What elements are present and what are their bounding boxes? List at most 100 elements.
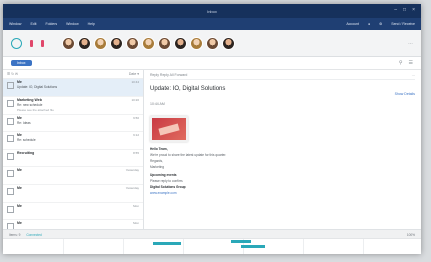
more-actions-icon[interactable]: … xyxy=(412,73,416,77)
calendar-event[interactable] xyxy=(241,245,265,248)
list-actions[interactable]: ☰ ↻ ✉ xyxy=(7,72,18,76)
reading-pane: Reply Reply All Forward … Update: IO, Di… xyxy=(144,70,421,238)
folder-row: Inbox ⚲ ☰ xyxy=(3,57,421,70)
show-details-link[interactable]: Show Details xyxy=(395,92,415,96)
body-link[interactable]: www.example.com xyxy=(150,191,415,195)
email-body: Hello Team, We're proud to share the lat… xyxy=(150,147,415,195)
message-time: 8:55 xyxy=(133,150,139,155)
avatar[interactable] xyxy=(110,36,123,50)
list-item[interactable]: Me Mon xyxy=(3,203,143,221)
calendar-event[interactable] xyxy=(153,242,181,245)
list-item[interactable]: Me Yesterday xyxy=(3,167,143,186)
pin-icon[interactable] xyxy=(30,39,33,47)
message-sender: Me xyxy=(17,80,22,85)
reader-toolbar: Reply Reply All Forward … xyxy=(150,70,415,80)
message-subject: Re: new schedule xyxy=(17,102,43,107)
account-menu[interactable]: Account xyxy=(346,22,359,26)
list-item[interactable]: Me Update: IO, Digital Solutions 10:44 xyxy=(3,79,143,97)
email-date: 10:44 AM xyxy=(150,102,165,106)
message-sender: Me xyxy=(17,221,22,226)
list-toolbar: ☰ ↻ ✉ Date ▾ xyxy=(3,70,143,80)
app-ring-icon[interactable] xyxy=(11,37,22,49)
body-line: Marketing xyxy=(150,165,164,169)
people-bar: … xyxy=(3,30,421,57)
message-time: 9:12 xyxy=(133,133,139,138)
pin-icon[interactable] xyxy=(41,39,44,47)
status-dot-icon[interactable]: ● xyxy=(368,22,370,26)
body-line: Regards, xyxy=(150,159,163,163)
envelope-icon xyxy=(7,135,14,143)
message-subject: Re: Ideas xyxy=(17,120,31,125)
avatar[interactable] xyxy=(158,36,171,50)
envelope-icon xyxy=(7,152,14,160)
people-bar-actions: … xyxy=(408,40,413,46)
sort-button[interactable]: Date ▾ xyxy=(129,72,139,76)
message-time: Mon xyxy=(133,203,139,208)
body-line: We're proud to share the latest update f… xyxy=(150,153,227,157)
message-sender: Me xyxy=(17,115,22,120)
avatar[interactable] xyxy=(78,36,91,50)
message-time: Yesterday xyxy=(125,186,139,191)
connection-status[interactable]: Connected xyxy=(26,233,41,237)
maximize-icon[interactable]: □ xyxy=(403,7,406,13)
title-bar: Inbox – □ × xyxy=(3,4,421,18)
list-item[interactable]: Recruiting 8:55 xyxy=(3,150,143,168)
more-icon[interactable]: … xyxy=(408,40,413,46)
avatar[interactable] xyxy=(174,36,187,50)
message-sender: Marketing Web xyxy=(17,97,42,102)
menu-item[interactable]: Edit xyxy=(30,22,36,26)
filter-icon[interactable]: ☰ xyxy=(409,60,413,66)
avatar[interactable] xyxy=(126,36,139,50)
list-item[interactable]: Me Re: Ideas 9:50 xyxy=(3,115,143,133)
avatar[interactable] xyxy=(142,36,155,50)
avatar[interactable] xyxy=(190,36,203,50)
settings-icon[interactable]: ⚙ xyxy=(379,22,382,26)
reply-actions[interactable]: Reply Reply All Forward xyxy=(150,73,187,77)
window-controls: – □ × xyxy=(394,7,415,13)
list-item[interactable]: Me Yesterday xyxy=(3,185,143,203)
zoom-level[interactable]: 100% xyxy=(407,233,415,237)
avatar-list xyxy=(62,36,235,50)
body-line: Digital Solutions Group xyxy=(150,185,186,189)
main-content: ☰ ↻ ✉ Date ▾ Me Update: IO, Digital Solu… xyxy=(3,70,421,238)
message-preview: Please see the attached file xyxy=(17,107,54,112)
body-line: Hello Team, xyxy=(150,147,168,151)
calendar-event[interactable] xyxy=(231,240,251,243)
minimize-icon[interactable]: – xyxy=(394,7,397,13)
message-time: 10:20 xyxy=(131,97,139,102)
menu-item[interactable]: Window xyxy=(66,22,78,26)
mail-window: Inbox – □ × Window Edit Folders Window H… xyxy=(3,4,421,254)
avatar[interactable] xyxy=(62,36,75,50)
envelope-icon xyxy=(7,99,14,107)
menu-item[interactable]: Window xyxy=(9,22,21,26)
list-item[interactable]: Marketing Web Re: new schedule Please se… xyxy=(3,97,143,115)
menu-item[interactable]: Folders xyxy=(45,22,57,26)
calendar-divider xyxy=(63,239,64,254)
list-item[interactable]: Me Re: schedule 9:12 xyxy=(3,132,143,150)
calendar-divider xyxy=(183,239,184,254)
close-icon[interactable]: × xyxy=(412,7,415,13)
avatar[interactable] xyxy=(206,36,219,50)
calendar-divider xyxy=(303,239,304,254)
calendar-divider xyxy=(123,239,124,254)
send-receive-button[interactable]: Send / Receive xyxy=(391,22,415,26)
message-time: Yesterday xyxy=(125,168,139,173)
message-sender: Me xyxy=(17,133,22,138)
menu-item[interactable]: Help xyxy=(88,22,95,26)
avatar[interactable] xyxy=(222,36,235,50)
attachment-image[interactable] xyxy=(150,116,188,142)
avatar[interactable] xyxy=(94,36,107,50)
envelope-icon xyxy=(7,205,14,213)
status-items: Items: 9 xyxy=(9,232,21,237)
message-time: 10:44 xyxy=(131,80,139,85)
message-list: ☰ ↻ ✉ Date ▾ Me Update: IO, Digital Solu… xyxy=(3,70,144,238)
message-sender: Me xyxy=(17,186,22,191)
folder-selector[interactable]: Inbox xyxy=(11,60,32,66)
body-line: Upcoming events xyxy=(150,173,177,177)
message-subject: Update: IO, Digital Solutions xyxy=(17,85,58,90)
envelope-icon xyxy=(7,117,14,125)
calendar-divider xyxy=(363,239,364,254)
search-icon[interactable]: ⚲ xyxy=(399,60,403,66)
message-subject: Re: schedule xyxy=(17,138,36,143)
menu-bar: Window Edit Folders Window Help Account … xyxy=(3,18,421,30)
